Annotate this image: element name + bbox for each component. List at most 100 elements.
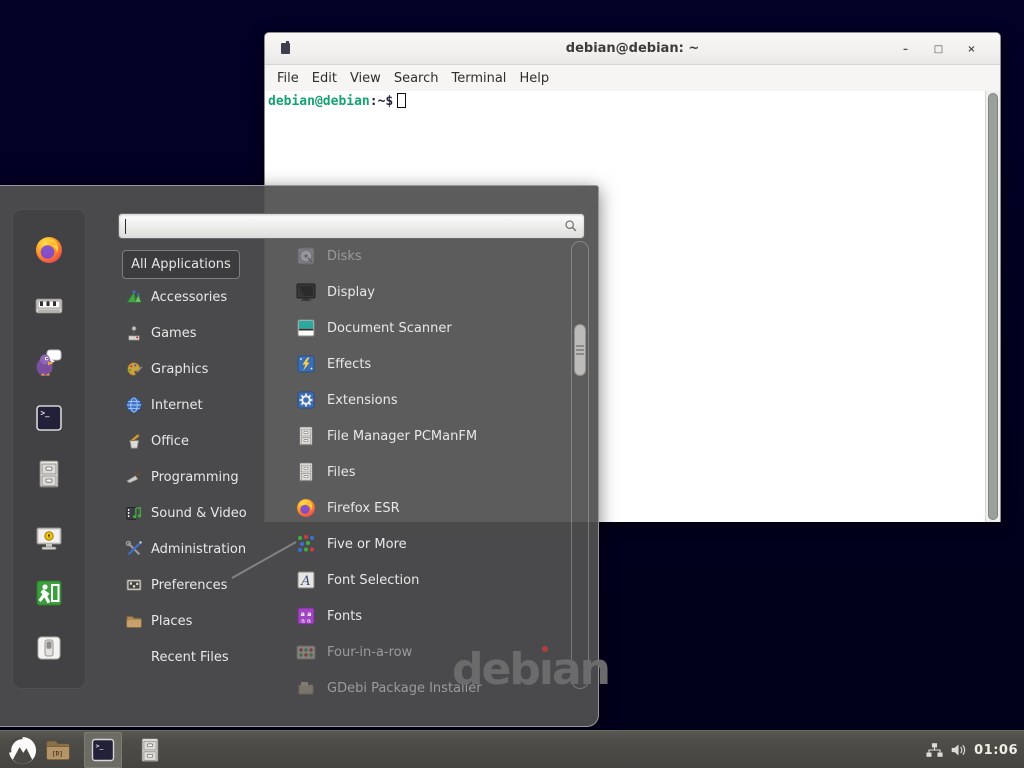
minimize-button[interactable]: – [899, 44, 912, 55]
five-or-more-icon [295, 533, 317, 555]
svg-text:[D]: [D] [52, 751, 63, 758]
pidgin-icon [33, 346, 65, 378]
taskbar-file-cabinet-button[interactable] [134, 734, 166, 766]
favorite-terminal[interactable]: >_ [31, 400, 67, 436]
terminal-titlebar[interactable]: debian@debian: ~ – □ × [265, 33, 1000, 65]
search-box[interactable] [118, 213, 585, 239]
volume-icon[interactable] [950, 742, 967, 758]
category-games[interactable]: Games [120, 315, 270, 351]
taskbar-terminal-button[interactable]: >_ [84, 732, 122, 768]
app-label: Firefox ESR [327, 501, 400, 516]
accessories-icon [125, 288, 143, 306]
app-firefox-esr[interactable]: Firefox ESR [288, 490, 572, 526]
svg-text:>_: >_ [96, 742, 104, 750]
category-internet[interactable]: Internet [120, 387, 270, 423]
category-label: Places [151, 614, 192, 629]
terminal-icon: >_ [33, 402, 65, 434]
network-icon[interactable] [926, 742, 943, 758]
favorite-firefox[interactable] [31, 232, 67, 268]
clock[interactable]: 01:06 [974, 743, 1018, 758]
menu-item-search[interactable]: Search [394, 71, 439, 86]
effects-icon [295, 353, 317, 375]
app-extensions[interactable]: Extensions [288, 382, 572, 418]
app-label: Fonts [327, 609, 362, 624]
app-effects[interactable]: Effects [288, 346, 572, 382]
terminal-scrollbar-thumb[interactable] [988, 93, 998, 520]
terminal-scrollbar[interactable] [985, 91, 1000, 522]
app-label: Document Scanner [327, 321, 452, 336]
debian-watermark: debıan [452, 648, 609, 692]
category-label: Office [151, 434, 189, 449]
taskbar-file-manager-button[interactable]: [D] [42, 734, 74, 766]
taskbar-menu-button[interactable] [6, 734, 38, 766]
app-list-scrollbar[interactable] [571, 241, 589, 689]
app-list-scrollbar-thumb[interactable] [574, 324, 586, 376]
app-display[interactable]: Display [288, 274, 572, 310]
app-font-selection[interactable]: AFont Selection [288, 562, 572, 598]
application-list: DisksDisplay Document Scanner Effects Exten… [288, 238, 572, 706]
lock-screen-button[interactable] [31, 520, 67, 556]
office-icon [125, 432, 143, 450]
favorite-software-keyboard[interactable] [31, 288, 67, 324]
blank-icon [125, 648, 143, 666]
favorite-pidgin[interactable] [31, 344, 67, 380]
category-sound-video[interactable]: Sound & Video [120, 495, 270, 531]
favorites-panel: >_ [12, 209, 86, 689]
keyboard-icon [33, 290, 65, 322]
menu-item-edit[interactable]: Edit [312, 71, 337, 86]
category-office[interactable]: Office [120, 423, 270, 459]
app-label: Font Selection [327, 573, 419, 588]
category-accessories[interactable]: Accessories [120, 279, 270, 315]
all-applications-button[interactable]: All Applications [122, 250, 240, 279]
category-programming[interactable]: Programming [120, 459, 270, 495]
logout-icon [33, 577, 65, 609]
favorite-file-manager[interactable] [31, 456, 67, 492]
terminal-title: debian@debian: ~ [265, 41, 1000, 56]
category-label: Programming [151, 470, 239, 485]
category-label: Accessories [151, 290, 227, 305]
app-five-or-more[interactable]: Five or More [288, 526, 572, 562]
category-label: Graphics [151, 362, 208, 377]
close-button[interactable]: × [965, 44, 978, 55]
fonts-icon: a aa a [295, 605, 317, 627]
games-icon [125, 324, 143, 342]
app-label: Extensions [327, 393, 398, 408]
category-graphics[interactable]: Graphics [120, 351, 270, 387]
log-out-button[interactable] [31, 575, 67, 611]
cabinet-icon [136, 736, 164, 764]
app-disks[interactable]: Disks [288, 238, 572, 274]
maximize-button[interactable]: □ [932, 44, 945, 55]
category-places[interactable]: Places [120, 603, 270, 639]
svg-text:>_: >_ [41, 409, 51, 418]
scrollbar-grip [576, 349, 584, 351]
favorite-launchers: >_ [13, 232, 85, 492]
four-in-a-row-icon [295, 641, 317, 663]
session-buttons [13, 520, 85, 666]
category-label: Sound & Video [151, 506, 247, 521]
preferences-icon [125, 576, 143, 594]
cabinet-icon [295, 425, 317, 447]
app-label: Five or More [327, 537, 407, 552]
app-file-manager-pcmanfm[interactable]: File Manager PCManFM [288, 418, 572, 454]
menu-item-help[interactable]: Help [519, 71, 549, 86]
app-document-scanner[interactable]: Document Scanner [288, 310, 572, 346]
category-recent-files[interactable]: Recent Files [120, 639, 270, 675]
category-administration[interactable]: Administration [120, 531, 270, 567]
desktop: debian@debian: ~ – □ × File Edit View Searc… [0, 0, 1024, 768]
menu-item-view[interactable]: View [350, 71, 381, 86]
application-menu: debıan >_ All Applications AccessoriesGa… [0, 185, 599, 727]
app-fonts[interactable]: a aa a Fonts [288, 598, 572, 634]
system-tray: 01:06 [926, 731, 1018, 768]
menu-item-terminal[interactable]: Terminal [451, 71, 506, 86]
category-preferences[interactable]: Preferences [120, 567, 270, 603]
app-label: Files [327, 465, 356, 480]
extensions-icon [295, 389, 317, 411]
shut-down-button[interactable] [31, 630, 67, 666]
menu-item-file[interactable]: File [277, 71, 299, 86]
search-input[interactable] [128, 219, 564, 234]
internet-icon [125, 396, 143, 414]
taskbar-folder-icon: [D] [44, 736, 72, 764]
category-label: Preferences [151, 578, 227, 593]
terminal-menubar: File Edit View Search Terminal Help [265, 65, 1000, 91]
app-files[interactable]: Files [288, 454, 572, 490]
